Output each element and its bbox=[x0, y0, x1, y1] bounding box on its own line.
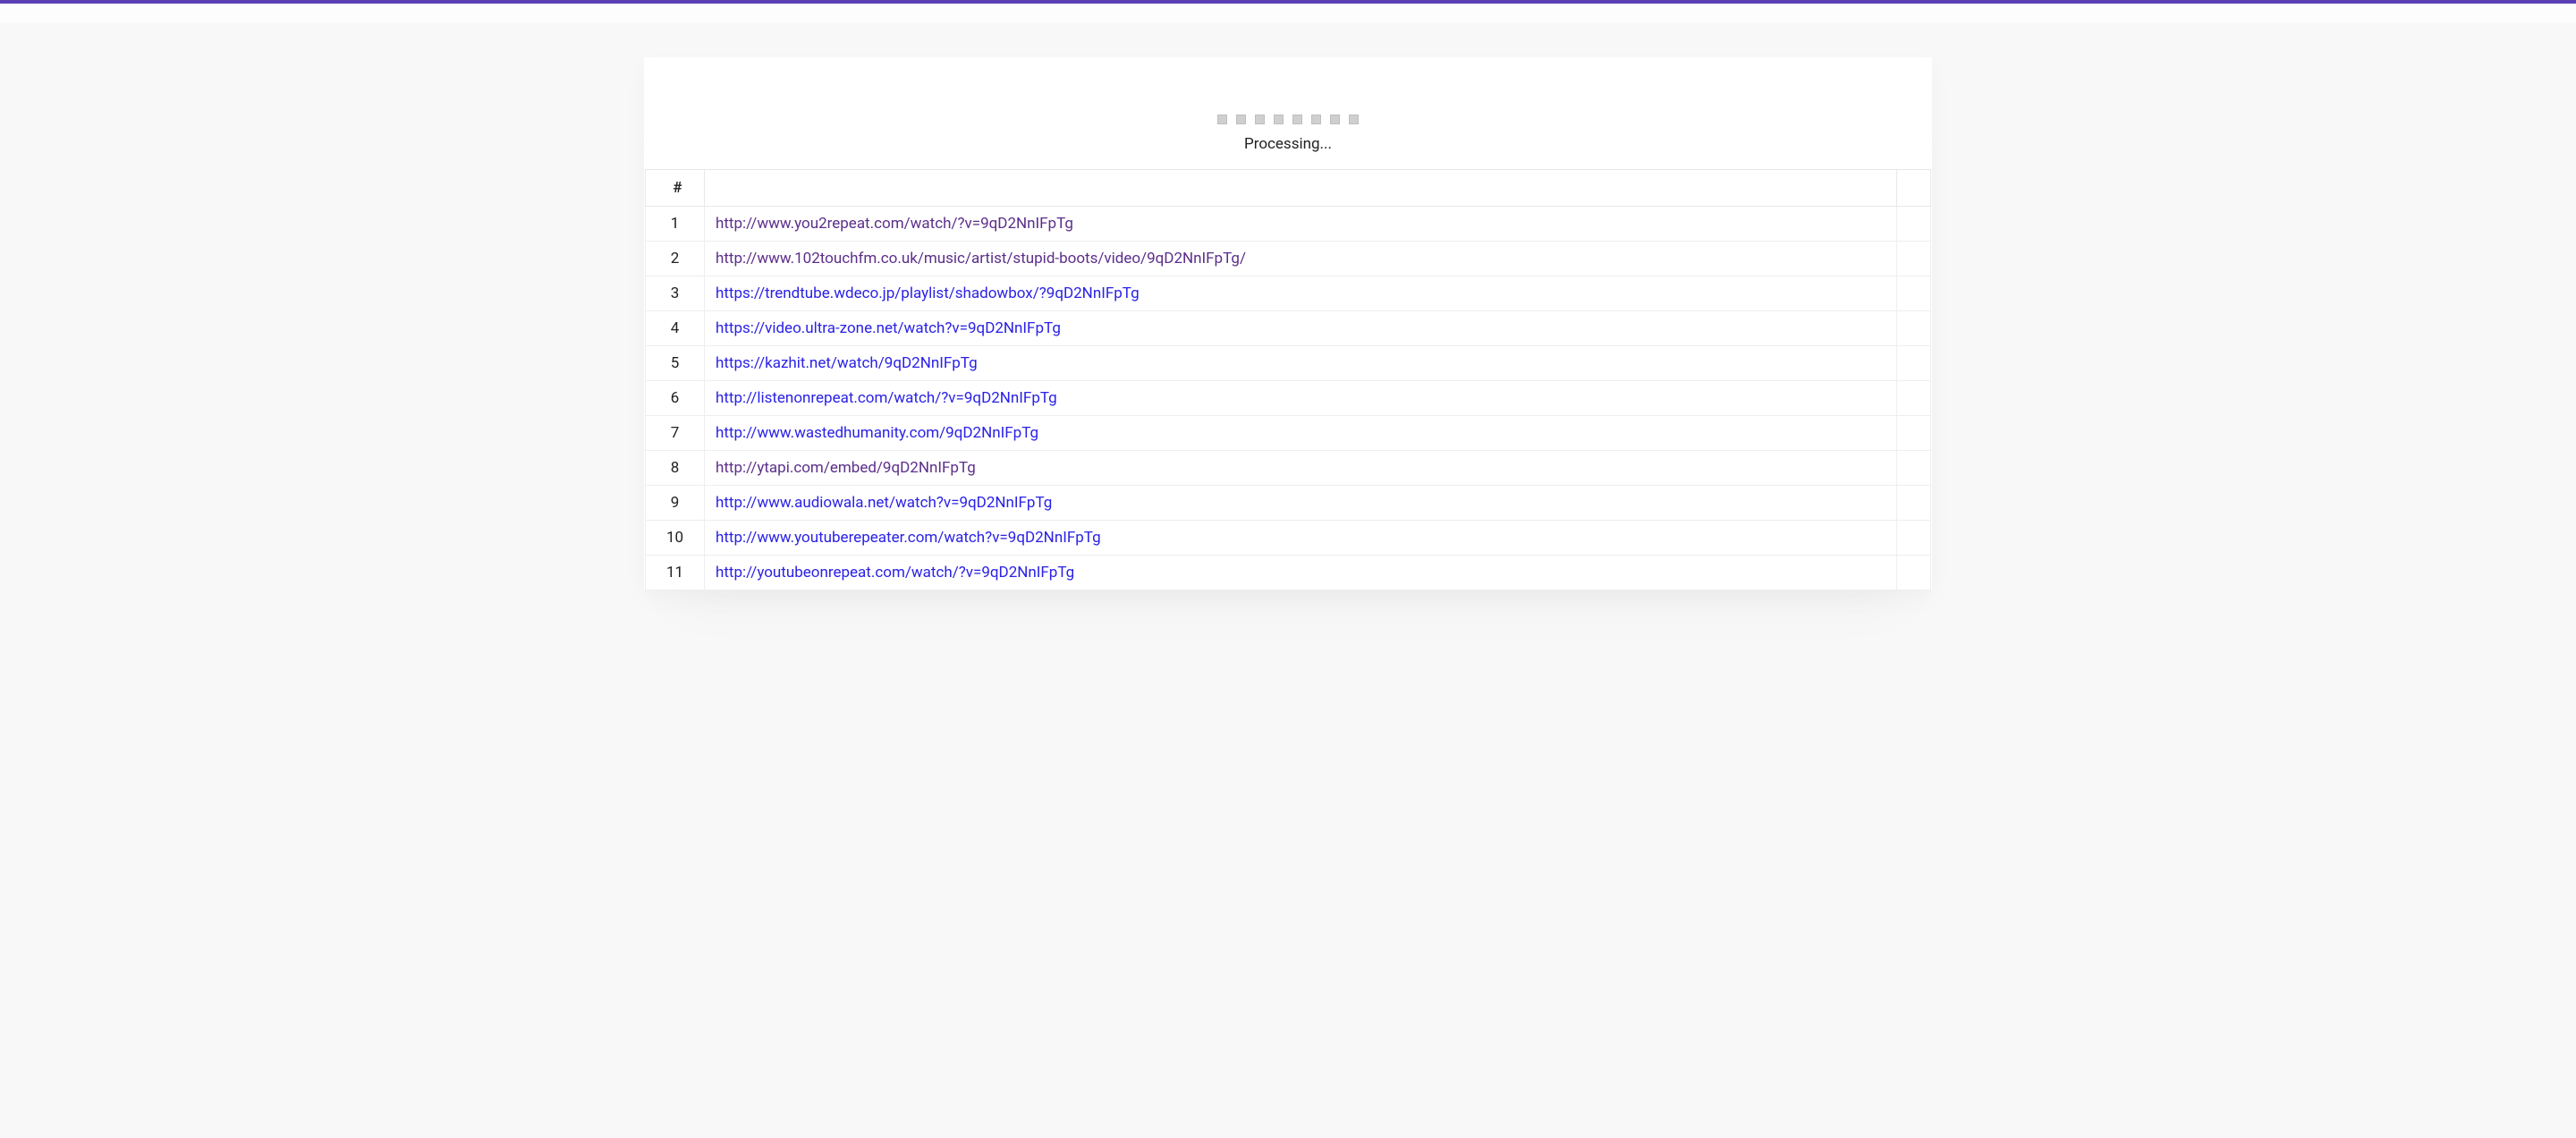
row-actions bbox=[1897, 556, 1931, 590]
table-row: 4 https://video.ultra-zone.net/watch?v=9q… bbox=[646, 311, 1931, 346]
table-row: 5 https://kazhit.net/watch/9qD2NnIFpTg bbox=[646, 346, 1931, 381]
row-actions bbox=[1897, 416, 1931, 451]
table-row: 11 http://youtubeonrepeat.com/watch/?v=9q… bbox=[646, 556, 1931, 590]
table-row: 1 http://www.you2repeat.com/watch/?v=9qD2… bbox=[646, 207, 1931, 242]
col-header-url bbox=[705, 170, 1897, 207]
table-row: 3 https://trendtube.wdeco.jp/playlist/sha… bbox=[646, 276, 1931, 311]
row-actions bbox=[1897, 242, 1931, 276]
row-index: 6 bbox=[646, 381, 705, 416]
row-url-cell: http://ytapi.com/embed/9qD2NnIFpTg bbox=[705, 451, 1897, 486]
row-url-cell: http://youtubeonrepeat.com/watch/?v=9qD2… bbox=[705, 556, 1897, 590]
row-url-cell: http://www.you2repeat.com/watch/?v=9qD2N… bbox=[705, 207, 1897, 242]
row-url-cell: https://trendtube.wdeco.jp/playlist/shad… bbox=[705, 276, 1897, 311]
row-url-cell: http://www.wastedhumanity.com/9qD2NnIFpT… bbox=[705, 416, 1897, 451]
loading-dots bbox=[1217, 115, 1359, 124]
row-index: 5 bbox=[646, 346, 705, 381]
row-actions bbox=[1897, 381, 1931, 416]
table-row: 9 http://www.audiowala.net/watch?v=9qD2Nn… bbox=[646, 486, 1931, 521]
table-row: 10 http://www.youtuberepeater.com/watch?v… bbox=[646, 521, 1931, 556]
row-actions bbox=[1897, 346, 1931, 381]
loading-indicator: Processing... bbox=[644, 111, 1932, 153]
result-link[interactable]: http://www.102touchfm.co.uk/music/artist… bbox=[716, 250, 1246, 268]
result-link[interactable]: http://www.you2repeat.com/watch/?v=9qD2N… bbox=[716, 215, 1073, 233]
row-url-cell: https://video.ultra-zone.net/watch?v=9qD… bbox=[705, 311, 1897, 346]
row-index: 7 bbox=[646, 416, 705, 451]
row-index: 10 bbox=[646, 521, 705, 556]
row-index: 9 bbox=[646, 486, 705, 521]
row-index: 8 bbox=[646, 451, 705, 486]
row-index: 3 bbox=[646, 276, 705, 311]
result-link[interactable]: http://ytapi.com/embed/9qD2NnIFpTg bbox=[716, 459, 976, 477]
row-url-cell: http://listenonrepeat.com/watch/?v=9qD2N… bbox=[705, 381, 1897, 416]
row-actions bbox=[1897, 451, 1931, 486]
row-index: 11 bbox=[646, 556, 705, 590]
results-card: Processing... # 1 http://www.you2repeat.c… bbox=[644, 57, 1932, 590]
row-actions bbox=[1897, 486, 1931, 521]
row-url-cell: http://www.youtuberepeater.com/watch?v=9… bbox=[705, 521, 1897, 556]
dot-icon bbox=[1217, 115, 1227, 124]
table-header-row: # bbox=[646, 170, 1931, 207]
row-index: 2 bbox=[646, 242, 705, 276]
col-header-actions bbox=[1897, 170, 1931, 207]
row-url-cell: http://www.audiowala.net/watch?v=9qD2NnI… bbox=[705, 486, 1897, 521]
row-url-cell: https://kazhit.net/watch/9qD2NnIFpTg bbox=[705, 346, 1897, 381]
dot-icon bbox=[1236, 115, 1246, 124]
row-index: 1 bbox=[646, 207, 705, 242]
col-header-index: # bbox=[646, 170, 705, 207]
dot-icon bbox=[1349, 115, 1359, 124]
result-link[interactable]: https://trendtube.wdeco.jp/playlist/shad… bbox=[716, 284, 1140, 302]
dot-icon bbox=[1292, 115, 1302, 124]
top-bar bbox=[0, 4, 2576, 23]
row-actions bbox=[1897, 311, 1931, 346]
result-link[interactable]: http://youtubeonrepeat.com/watch/?v=9qD2… bbox=[716, 564, 1074, 582]
result-link[interactable]: http://www.youtuberepeater.com/watch?v=9… bbox=[716, 529, 1101, 547]
dot-icon bbox=[1274, 115, 1284, 124]
dot-icon bbox=[1330, 115, 1340, 124]
dot-icon bbox=[1255, 115, 1265, 124]
row-url-cell: http://www.102touchfm.co.uk/music/artist… bbox=[705, 242, 1897, 276]
loading-text: Processing... bbox=[644, 135, 1932, 153]
table-row: 7 http://www.wastedhumanity.com/9qD2NnIFp… bbox=[646, 416, 1931, 451]
row-actions bbox=[1897, 521, 1931, 556]
table-row: 6 http://listenonrepeat.com/watch/?v=9qD2… bbox=[646, 381, 1931, 416]
results-table: # 1 http://www.you2repeat.com/watch/?v=9q… bbox=[645, 169, 1931, 590]
row-actions bbox=[1897, 276, 1931, 311]
result-link[interactable]: http://listenonrepeat.com/watch/?v=9qD2N… bbox=[716, 389, 1057, 407]
row-actions bbox=[1897, 207, 1931, 242]
result-link[interactable]: http://www.wastedhumanity.com/9qD2NnIFpT… bbox=[716, 424, 1038, 442]
dot-icon bbox=[1311, 115, 1321, 124]
page-container: Processing... # 1 http://www.you2repeat.c… bbox=[635, 57, 1941, 590]
table-row: 2 http://www.102touchfm.co.uk/music/artis… bbox=[646, 242, 1931, 276]
result-link[interactable]: http://www.audiowala.net/watch?v=9qD2NnI… bbox=[716, 494, 1052, 512]
row-index: 4 bbox=[646, 311, 705, 346]
table-row: 8 http://ytapi.com/embed/9qD2NnIFpTg bbox=[646, 451, 1931, 486]
result-link[interactable]: https://video.ultra-zone.net/watch?v=9qD… bbox=[716, 319, 1061, 337]
result-link[interactable]: https://kazhit.net/watch/9qD2NnIFpTg bbox=[716, 354, 978, 372]
